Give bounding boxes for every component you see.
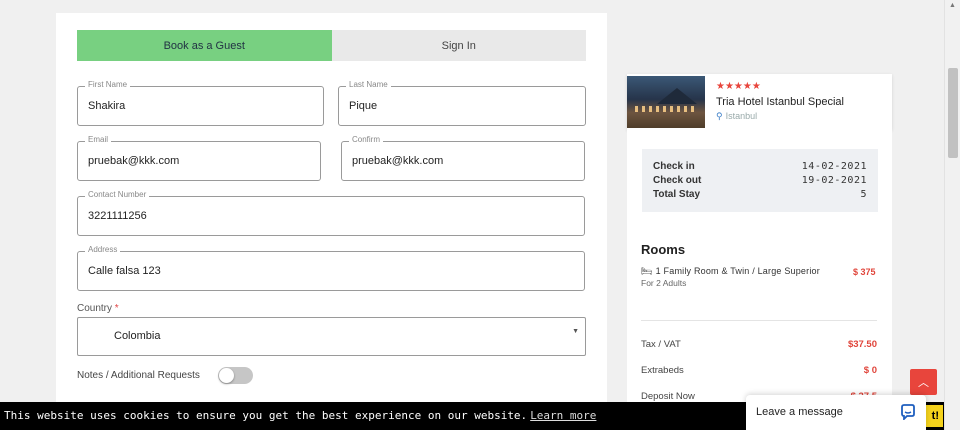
page-scrollbar[interactable]: ▲ — [944, 0, 960, 430]
booking-tabs: Book as a Guest Sign In — [77, 30, 586, 61]
first-name-field[interactable]: First Name Shakira — [77, 80, 324, 126]
contact-number-label: Contact Number — [85, 190, 150, 199]
last-name-field[interactable]: Last Name Pique — [338, 80, 586, 126]
checkout-value: 19-02-2021 — [801, 175, 867, 186]
country-label: Country * — [77, 303, 119, 314]
extrabeds-label: Extrabeds — [641, 365, 684, 376]
chevron-up-icon: ︿ — [918, 377, 929, 389]
tax-value: $37.50 — [847, 339, 877, 350]
hotel-location: ⚲ Istanbul — [716, 111, 757, 122]
star-rating: ★★★★★ — [716, 81, 761, 92]
notes-toggle[interactable] — [218, 367, 253, 384]
address-field[interactable]: Address Calle falsa 123 — [77, 245, 585, 291]
email-field[interactable]: Email pruebak@kkk.com — [77, 135, 321, 181]
back-to-top-button[interactable]: ︿ — [910, 369, 937, 395]
country-value: Colombia — [114, 330, 161, 342]
address-label: Address — [85, 245, 121, 254]
last-name-value: Pique — [349, 100, 378, 112]
last-name-label: Last Name — [346, 80, 391, 89]
notes-label: Notes / Additional Requests — [77, 370, 200, 381]
room-description: 1 Family Room & Twin / Large Superior — [655, 266, 820, 276]
room-line: 🛏 1 Family Room & Twin / Large Superior — [641, 266, 820, 277]
tab-sign-in[interactable]: Sign In — [331, 30, 586, 61]
tax-label: Tax / VAT — [641, 339, 681, 350]
total-stay-label: Total Stay — [653, 189, 701, 200]
first-name-value: Shakira — [88, 100, 126, 112]
checkin-label: Check in — [653, 161, 695, 172]
hotel-thumbnail — [627, 76, 705, 128]
first-name-label: First Name — [85, 80, 131, 89]
checkin-value: 14-02-2021 — [801, 161, 867, 172]
room-price: $ 375 — [853, 267, 876, 277]
toggle-knob — [219, 368, 234, 383]
booking-summary: Check in 14-02-2021 Check out 19-02-2021… — [627, 130, 892, 430]
email-label: Email — [85, 135, 112, 144]
contact-number-value: 3221111256 — [88, 210, 147, 222]
checkout-label: Check out — [653, 175, 702, 186]
rooms-title: Rooms — [641, 242, 686, 257]
learn-more-link[interactable]: Learn more — [530, 409, 596, 422]
confirm-email-field[interactable]: Confirm pruebak@kkk.com — [341, 135, 585, 181]
required-mark: * — [114, 303, 119, 314]
country-label-text: Country — [77, 303, 113, 314]
tab-book-as-guest[interactable]: Book as a Guest — [77, 30, 332, 61]
country-select[interactable]: Colombia ▼ — [77, 317, 586, 356]
cookie-text: This website uses cookies to ensure you … — [4, 409, 596, 422]
scroll-up-icon[interactable]: ▲ — [949, 2, 956, 9]
confirm-email-value: pruebak@kkk.com — [352, 155, 444, 167]
bed-icon: 🛏 — [641, 266, 653, 276]
extrabeds-value: $ 0 — [863, 365, 877, 376]
cookie-message: This website uses cookies to ensure you … — [4, 409, 528, 422]
room-occupancy: For 2 Adults — [641, 278, 687, 288]
hotel-location-text: Istanbul — [725, 111, 758, 121]
dropdown-caret-icon: ▼ — [572, 328, 579, 335]
divider — [641, 320, 877, 321]
confirm-email-label: Confirm — [349, 135, 384, 144]
hotel-name: Tria Hotel Istanbul Special — [716, 96, 844, 108]
chat-bubble-icon — [901, 404, 915, 420]
contact-number-field[interactable]: Contact Number 3221111256 — [77, 190, 585, 236]
location-pin-icon: ⚲ — [716, 111, 723, 121]
stay-dates: Check in 14-02-2021 Check out 19-02-2021… — [642, 149, 878, 212]
chat-widget[interactable]: Leave a message — [746, 395, 926, 430]
deposit-label: Deposit Now — [641, 391, 695, 402]
hotel-summary: ★★★★★ Tria Hotel Istanbul Special ⚲ Istan… — [627, 74, 892, 130]
scrollbar-thumb[interactable] — [948, 68, 958, 158]
chat-label: Leave a message — [756, 406, 843, 418]
total-stay-value: 5 — [860, 189, 867, 200]
email-value: pruebak@kkk.com — [88, 155, 180, 167]
address-value: Calle falsa 123 — [88, 265, 161, 277]
